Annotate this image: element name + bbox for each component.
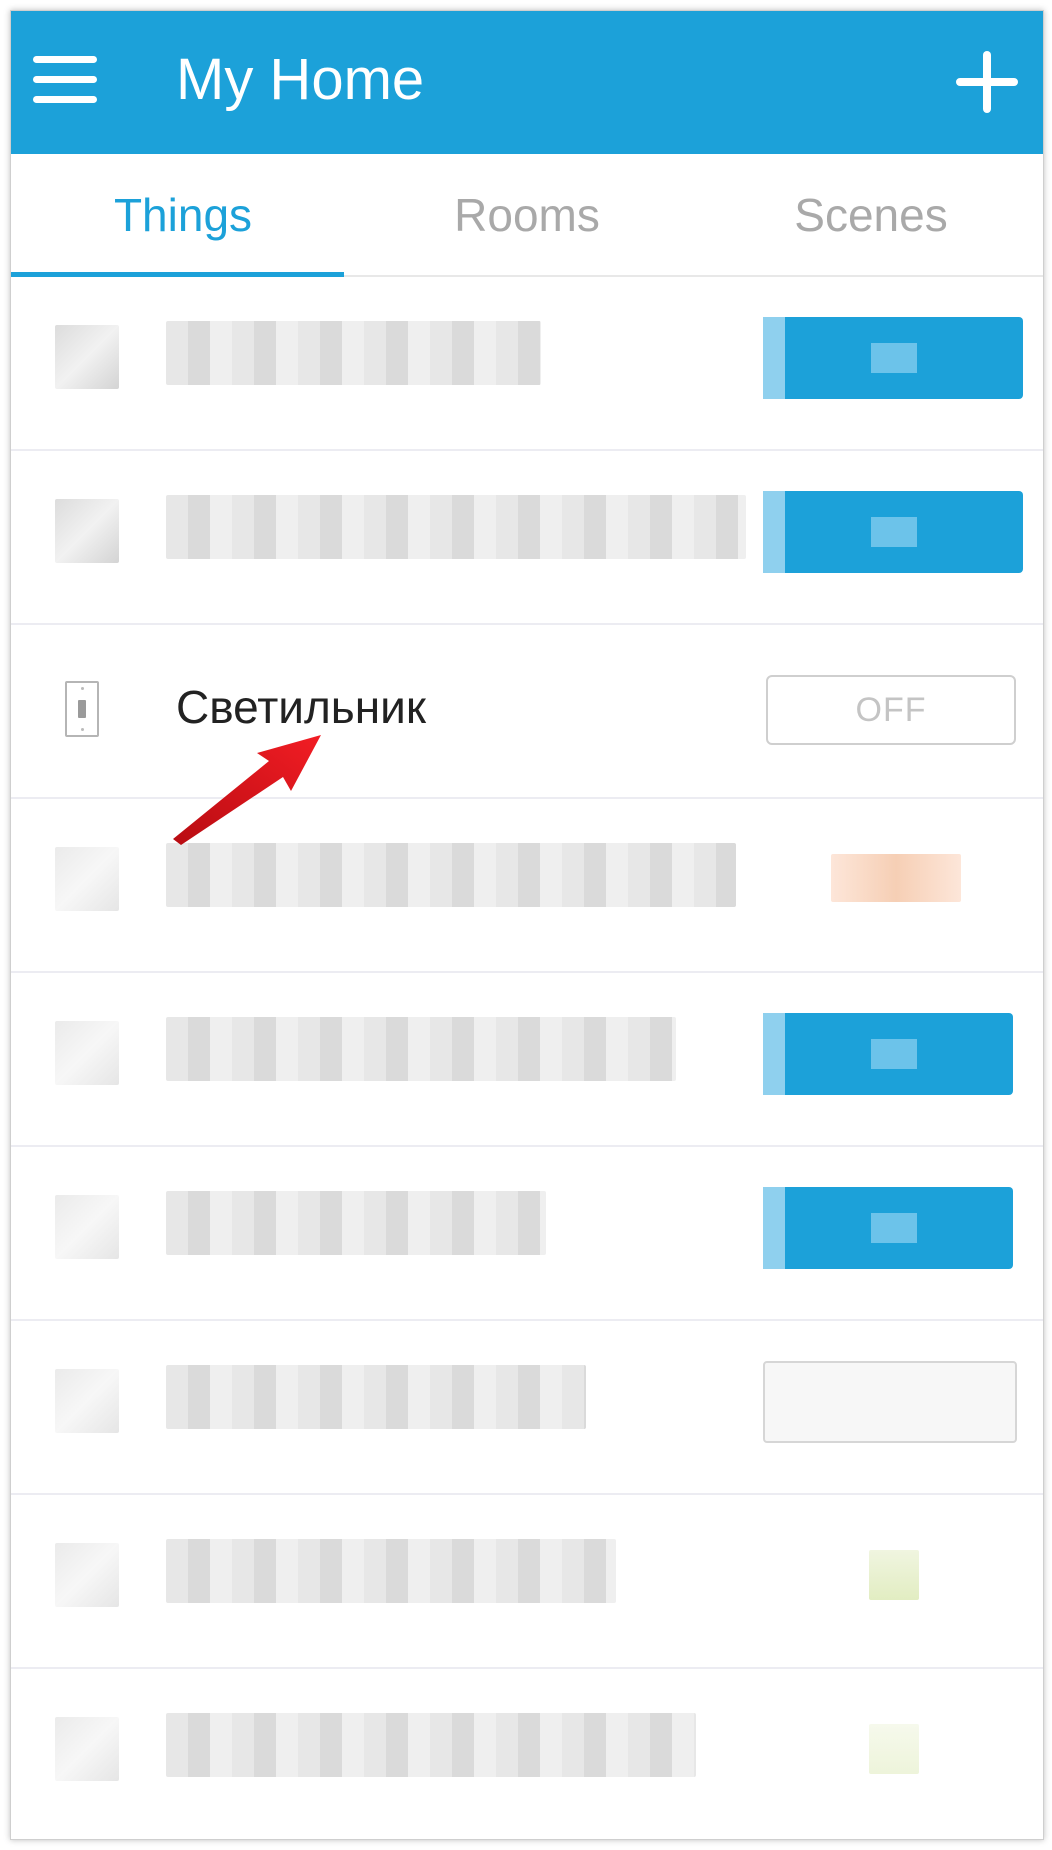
list-item-svetilnik[interactable]: Светильник OFF bbox=[11, 625, 1043, 799]
tab-scenes[interactable]: Scenes bbox=[699, 154, 1043, 275]
blurred-device-icon bbox=[55, 325, 119, 389]
blurred-status bbox=[869, 1724, 919, 1774]
plus-icon[interactable] bbox=[956, 51, 1018, 113]
list-item[interactable] bbox=[11, 277, 1043, 451]
list-item[interactable] bbox=[11, 1147, 1043, 1321]
blurred-device-name bbox=[166, 843, 736, 907]
list-item[interactable] bbox=[11, 1669, 1043, 1839]
app-bar: My Home bbox=[11, 11, 1043, 154]
list-item[interactable] bbox=[11, 799, 1043, 973]
light-switch-icon bbox=[65, 681, 99, 737]
blurred-toggle-button[interactable] bbox=[763, 491, 1023, 573]
off-button[interactable]: OFF bbox=[766, 675, 1016, 745]
blurred-device-name bbox=[166, 1365, 586, 1429]
blurred-device-name bbox=[166, 321, 541, 385]
list-item[interactable] bbox=[11, 1321, 1043, 1495]
blurred-device-icon bbox=[55, 847, 119, 911]
tab-bar: Things Rooms Scenes bbox=[11, 154, 1043, 277]
blurred-device-name bbox=[166, 1191, 546, 1255]
tab-rooms[interactable]: Rooms bbox=[355, 154, 699, 275]
tab-things[interactable]: Things bbox=[11, 154, 355, 275]
page-title: My Home bbox=[176, 47, 425, 112]
blurred-device-icon bbox=[55, 1021, 119, 1085]
blurred-device-icon bbox=[55, 499, 119, 563]
list-item[interactable] bbox=[11, 451, 1043, 625]
blurred-status bbox=[869, 1550, 919, 1600]
hamburger-menu-icon[interactable] bbox=[33, 56, 97, 104]
blurred-device-icon bbox=[55, 1717, 119, 1781]
blurred-device-icon bbox=[55, 1195, 119, 1259]
blurred-device-name bbox=[166, 1539, 616, 1603]
blurred-toggle-button[interactable] bbox=[763, 1187, 1013, 1269]
blurred-toggle-button[interactable] bbox=[763, 317, 1023, 399]
annotation-arrow-icon bbox=[173, 735, 321, 845]
blurred-device-name bbox=[166, 495, 746, 559]
blurred-device-name bbox=[166, 1017, 676, 1081]
blurred-device-name bbox=[166, 1713, 696, 1777]
blurred-toggle-button[interactable] bbox=[763, 1013, 1013, 1095]
blurred-off-button[interactable] bbox=[763, 1361, 1017, 1443]
app-window: My Home Things Rooms Scenes Светильник O… bbox=[10, 10, 1044, 1840]
blurred-device-icon bbox=[55, 1543, 119, 1607]
blurred-device-icon bbox=[55, 1369, 119, 1433]
blurred-status bbox=[831, 854, 961, 902]
list-item[interactable] bbox=[11, 973, 1043, 1147]
list-item[interactable] bbox=[11, 1495, 1043, 1669]
